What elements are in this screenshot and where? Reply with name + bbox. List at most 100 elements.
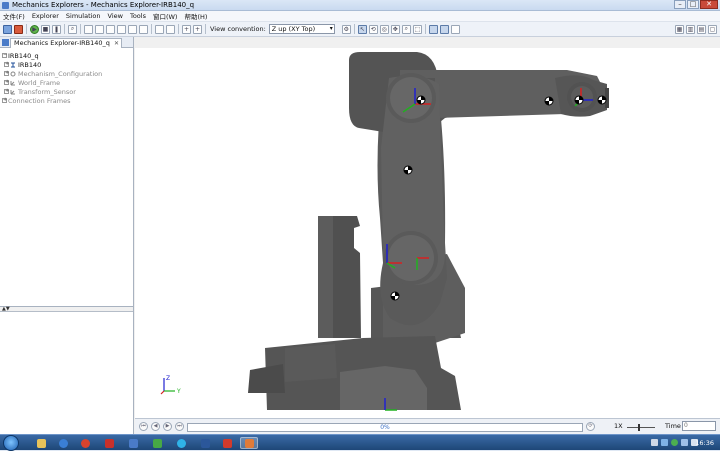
menu-simulation[interactable]: Simulation [66,12,101,20]
zoom-out-icon[interactable]: + [193,24,202,34]
background-icon[interactable] [450,24,460,34]
chat-icon [176,438,186,448]
stop-icon[interactable]: ■ [41,24,50,34]
zoom-box-icon[interactable]: ⬚ [412,24,422,34]
chat-tray-icon[interactable] [671,439,678,446]
open-icon[interactable] [3,24,12,34]
tree-node-mechanism-configuration[interactable]: + Mechanism_Configuration [4,69,102,78]
menu-view[interactable]: View [108,12,123,20]
tree-label: IRB140_q [8,51,39,60]
view-top-icon[interactable] [128,24,137,34]
record-icon[interactable] [14,24,23,34]
tree-label: Mechanism_Configuration [18,69,103,78]
taskbar-chat[interactable] [172,437,190,449]
model-icon [11,62,15,67]
rotate-icon[interactable]: ⟲ [368,24,378,34]
maximize-button[interactable]: □ [687,0,699,9]
view-front-icon[interactable] [84,24,93,34]
toolbar-separator [26,24,27,34]
browser-icon [58,438,68,448]
view-left-icon[interactable] [106,24,115,34]
loop-icon[interactable]: ⟳ [586,422,595,431]
plus-expander-icon[interactable]: + [4,80,9,85]
world-axis-triad: Z Y [160,375,181,395]
split-pane-icon[interactable] [166,24,175,34]
start-button[interactable] [3,435,19,451]
select-mode-icon[interactable]: ↖ [357,24,367,34]
play-forward-icon[interactable]: ▶ [163,422,172,431]
plus-expander-icon[interactable]: + [4,71,9,76]
taskbar-app-red[interactable] [100,437,118,449]
menu-file[interactable]: 文件(F) [3,11,25,21]
zoom-icon[interactable]: ⌕ [401,24,411,34]
speed-slider[interactable] [627,424,655,431]
keyboard-icon[interactable] [651,439,658,446]
layout-grid-icon[interactable]: ▦ [675,25,684,34]
pan-icon[interactable]: ✥ [390,24,400,34]
skip-start-icon[interactable]: ⏮ [139,422,148,431]
layout-single-icon[interactable]: ▢ [708,25,717,34]
taskbar-browser[interactable] [54,437,72,449]
title-bar[interactable]: Mechanics Explorers - Mechanics Explorer… [0,0,720,11]
close-button[interactable]: ✕ [700,0,718,9]
show-com-icon[interactable] [439,24,449,34]
pdf-icon [222,438,232,448]
playback-progress[interactable]: 0% [187,423,583,432]
menu-window[interactable]: 窗口(W) [153,11,178,21]
roll-icon[interactable]: ◎ [379,24,389,34]
toolbar-separator [64,24,65,34]
3d-viewport[interactable]: Z Y [135,48,720,418]
minimize-button[interactable]: – [674,0,686,9]
menu-tools[interactable]: Tools [130,12,146,20]
play-icon[interactable]: ▶ [30,24,39,34]
toolbar-separator [353,24,355,34]
taskbar-app-blue[interactable] [124,437,142,449]
step-back-icon[interactable]: ◀ [151,422,160,431]
settings-icon[interactable]: ⚙ [341,24,351,34]
tree-node-transform-sensor[interactable]: + Transform_Sensor [4,87,76,96]
plus-expander-icon[interactable]: + [4,62,9,67]
skip-end-icon[interactable]: ⏭ [175,422,184,431]
toolbar-separator [205,24,206,34]
taskbar-explorer[interactable] [32,437,50,449]
taskbar-pdf[interactable] [218,437,236,449]
panel-splitter[interactable]: ▲▼ [0,307,133,312]
network-icon[interactable] [681,439,688,446]
tab-label: Mechanics Explorer-IRB140_q [14,39,110,47]
taskbar-matlab[interactable] [240,437,258,449]
time-field[interactable]: 0 [682,421,716,431]
show-frames-icon[interactable] [428,24,438,34]
tree-node-world-frame[interactable]: + World_Frame [4,78,60,87]
taskbar-chrome[interactable] [76,437,94,449]
menu-help[interactable]: 帮助(H) [184,11,207,21]
layout-rows-icon[interactable]: ▤ [697,25,706,34]
view-convention-select[interactable]: Z up (XY Top) ▾ [268,24,335,34]
taskbar-app-green[interactable] [148,437,166,449]
view-right-icon[interactable] [117,24,126,34]
toolbar-separator [80,24,81,34]
view-iso-icon[interactable] [139,24,148,34]
close-tab-icon[interactable]: ✕ [114,39,119,48]
language-icon[interactable] [661,439,668,446]
view-back-icon[interactable] [95,24,104,34]
toolbar-separator [178,24,179,34]
minus-expander-icon[interactable]: − [2,53,7,58]
plus-expander-icon[interactable]: + [2,98,7,103]
menu-bar: 文件(F) Explorer Simulation View Tools 窗口(… [0,11,720,22]
layout-cols-icon[interactable]: ▥ [686,25,695,34]
tab-mechanics-explorer[interactable]: Mechanics Explorer-IRB140_q ✕ [10,38,122,48]
app-icon [104,438,114,448]
system-tray [651,439,698,446]
tree-node-irb140[interactable]: + IRB140 [4,60,41,69]
pause-icon[interactable]: ❚ [52,24,61,34]
menu-explorer[interactable]: Explorer [32,12,59,20]
taskbar-word[interactable] [196,437,214,449]
tree-node-connection-frames[interactable]: + Connection Frames [2,96,70,105]
single-pane-icon[interactable] [155,24,164,34]
zoom-fit-icon[interactable]: ⌕ [68,24,77,34]
clock[interactable]: 16:36 [695,439,714,447]
tree-node-root[interactable]: − IRB140_q [2,51,39,60]
explorer-icon [2,39,9,46]
plus-expander-icon[interactable]: + [4,89,9,94]
zoom-in-icon[interactable]: + [182,24,191,34]
